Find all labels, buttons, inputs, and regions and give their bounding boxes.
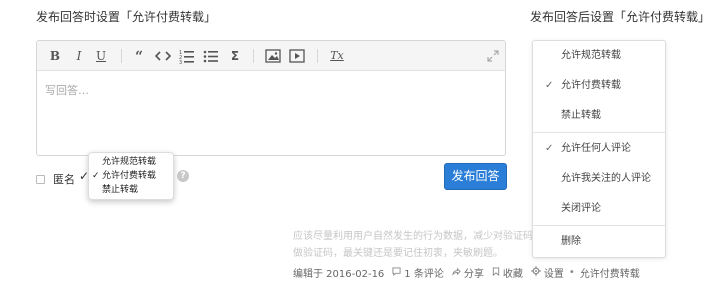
svg-text:3: 3	[179, 60, 182, 64]
anonymous-checkbox[interactable]	[36, 174, 45, 184]
ordered-list-icon[interactable]: 123	[179, 48, 195, 64]
settings-button[interactable]: 设置	[531, 265, 564, 280]
menu-item-label: 允许规范转载	[561, 50, 621, 61]
toolbar-divider	[317, 49, 318, 63]
answer-preview-line: 做验证码，最关键还是要记住初衷，夹敏刷题。	[293, 248, 503, 259]
image-icon[interactable]	[265, 48, 281, 64]
bookmark-icon	[492, 266, 500, 279]
answer-settings-menu: 允许规范转载 ✓ 允许付费转载 禁止转载 ✓ 允许任何人评论 允许我关注的人评论…	[532, 40, 666, 258]
answer-footer: 编辑于 2016-02-16 1 条评论 分享 收藏 设置 • 允许付费转载	[293, 265, 640, 280]
menu-item-followed-comment[interactable]: 允许我关注的人评论	[533, 164, 665, 194]
bold-button[interactable]: B	[47, 48, 63, 64]
code-icon[interactable]	[155, 48, 171, 64]
answer-editor: B I U “ 123 Σ Tx 写回答…	[36, 40, 506, 156]
comment-icon	[392, 266, 401, 279]
edited-time[interactable]: 编辑于 2016-02-16	[293, 265, 384, 280]
bullet-list-icon[interactable]	[203, 48, 219, 64]
menu-item-forbid-repost[interactable]: 禁止转载	[533, 101, 665, 131]
repost-option-forbid[interactable]: 禁止转载	[89, 183, 173, 197]
repost-dropdown-menu: 允许规范转载 ✓ 允许付费转载 禁止转载	[88, 152, 174, 200]
menu-divider	[533, 132, 665, 133]
repost-option-label: 允许付费转载	[102, 171, 157, 181]
menu-item-allow-normal-repost[interactable]: 允许规范转载	[533, 41, 665, 71]
menu-item-label: 删除	[561, 236, 581, 247]
share-button[interactable]: 分享	[451, 265, 484, 280]
toolbar-divider	[253, 49, 254, 63]
repost-status[interactable]: 允许付费转载	[580, 265, 640, 280]
publish-answer-button[interactable]: 发布回答	[444, 163, 507, 190]
menu-item-label: 允许我关注的人评论	[561, 173, 651, 184]
menu-item-close-comment[interactable]: 关闭评论	[533, 194, 665, 224]
anonymous-label: 匿名	[53, 173, 75, 186]
gear-icon	[531, 266, 541, 279]
favorite-button[interactable]: 收藏	[492, 265, 523, 280]
check-icon: ✓	[545, 80, 554, 91]
caption-after-publish: 发布回答后设置「允许付费转载」	[530, 10, 711, 24]
blockquote-icon[interactable]: “	[133, 48, 149, 64]
menu-item-anyone-comment[interactable]: ✓ 允许任何人评论	[533, 134, 665, 164]
comments-button[interactable]: 1 条评论	[392, 265, 444, 280]
menu-item-label: 允许付费转载	[561, 80, 621, 91]
formula-button[interactable]: Σ	[227, 48, 243, 64]
share-icon	[451, 267, 461, 279]
expand-icon[interactable]	[485, 48, 501, 64]
editor-toolbar: B I U “ 123 Σ Tx	[37, 41, 505, 71]
anonymous-option[interactable]: 匿名	[36, 171, 75, 187]
underline-button[interactable]: U	[93, 48, 109, 64]
italic-button[interactable]: I	[71, 48, 87, 64]
check-icon: ✓	[92, 171, 100, 181]
repost-option-label: 禁止转载	[102, 185, 139, 195]
repost-option-label: 允许规范转载	[102, 157, 157, 167]
menu-divider	[533, 225, 665, 226]
clear-format-button[interactable]: Tx	[329, 48, 345, 64]
answer-preview-line: 应该尽量利用用户自然发生的行为数据，减少对验证码	[293, 231, 533, 242]
menu-item-label: 禁止转载	[561, 110, 601, 121]
menu-item-allow-paid-repost[interactable]: ✓ 允许付费转载	[533, 71, 665, 101]
help-icon[interactable]: ?	[177, 170, 189, 182]
svg-text:“: “	[135, 49, 143, 64]
menu-item-label: 允许任何人评论	[561, 143, 631, 154]
repost-option-paid[interactable]: ✓ 允许付费转载	[89, 169, 173, 183]
repost-option-normal[interactable]: 允许规范转载	[89, 155, 173, 169]
editor-placeholder: 写回答…	[45, 84, 89, 97]
menu-item-delete[interactable]: 删除	[533, 227, 665, 257]
check-icon: ✓	[545, 143, 554, 154]
toolbar-divider	[121, 49, 122, 63]
caption-before-publish: 发布回答时设置「允许付费转载」	[36, 10, 217, 24]
answer-text-area[interactable]: 写回答…	[37, 71, 505, 156]
video-icon[interactable]	[289, 48, 305, 64]
menu-item-label: 关闭评论	[561, 203, 601, 214]
footer-separator: •	[568, 267, 575, 278]
